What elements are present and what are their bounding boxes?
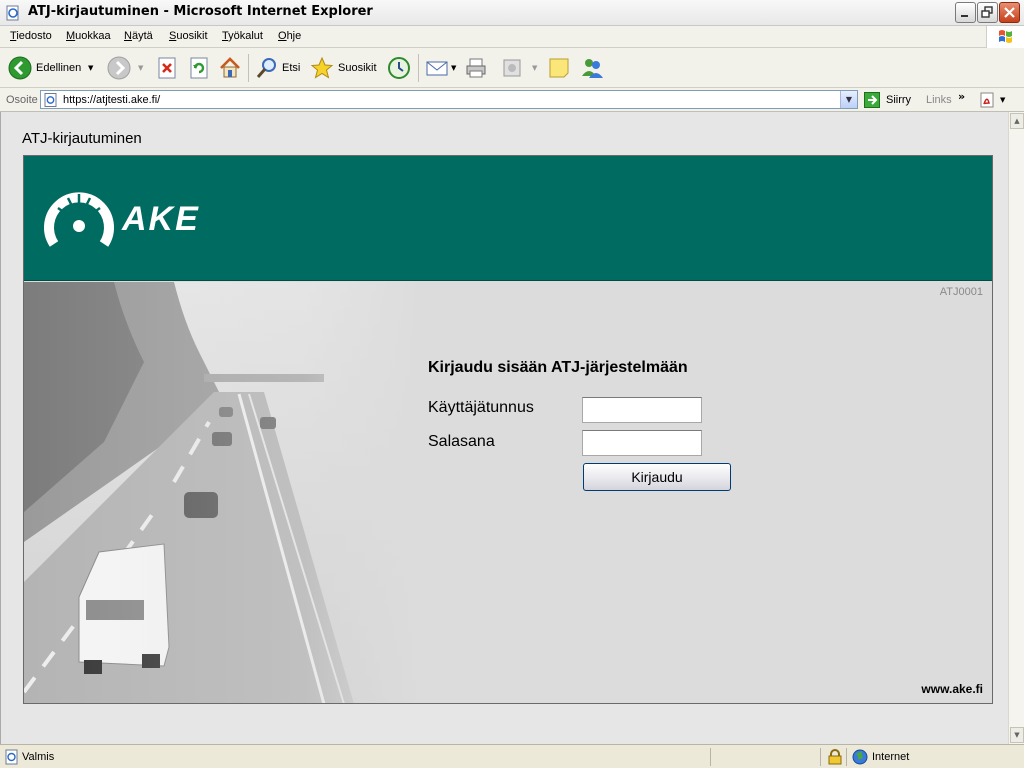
back-dropdown-icon[interactable]: ▼ xyxy=(88,64,93,72)
password-input[interactable] xyxy=(582,430,702,456)
favorites-star-icon[interactable] xyxy=(310,56,334,80)
home-icon[interactable] xyxy=(218,56,242,80)
windows-flag-icon xyxy=(999,30,1012,43)
go-button[interactable]: Siirry xyxy=(886,94,911,106)
login-button[interactable]: Kirjaudu xyxy=(583,463,731,491)
login-title: Kirjaudu sisään ATJ-järjestelmään xyxy=(428,359,688,376)
menu-view[interactable]: Näytä xyxy=(124,30,153,42)
ie-page-icon xyxy=(44,93,57,107)
edit-dropdown-icon[interactable]: ▼ xyxy=(532,64,537,72)
restore-button[interactable] xyxy=(977,2,998,23)
toolbar: Edellinen ▼ ▼ Etsi Suosikit ▼ ▼ xyxy=(0,48,1024,88)
status-separator xyxy=(820,748,821,766)
window-title: ATJ-kirjautuminen - Microsoft Internet E… xyxy=(28,4,373,19)
menu-tools[interactable]: Työkalut xyxy=(222,30,263,42)
username-label: Käyttäjätunnus xyxy=(428,399,534,416)
menu-file[interactable]: Tiedosto xyxy=(10,30,52,42)
highway-photo xyxy=(24,282,424,703)
password-label: Salasana xyxy=(428,433,495,450)
lock-icon xyxy=(828,749,842,765)
title-bar: ATJ-kirjautuminen - Microsoft Internet E… xyxy=(0,0,1024,26)
minimize-icon xyxy=(961,15,968,17)
menu-favorites[interactable]: Suosikit xyxy=(169,30,208,42)
page-title: ATJ-kirjautuminen xyxy=(22,130,142,147)
back-icon[interactable] xyxy=(8,56,32,80)
address-label: Osoite xyxy=(6,94,38,106)
status-separator xyxy=(710,748,711,766)
mail-dropdown-icon[interactable]: ▼ xyxy=(451,64,456,72)
search-icon[interactable] xyxy=(255,56,279,80)
back-button[interactable]: Edellinen xyxy=(36,62,81,74)
favorites-button[interactable]: Suosikit xyxy=(338,62,377,74)
chevron-right-icon[interactable]: » xyxy=(958,90,965,103)
address-url: https://atjtesti.ake.fi/ xyxy=(63,94,161,106)
windows-logo xyxy=(986,26,1024,48)
header-banner: AKE xyxy=(24,156,992,281)
toolbar-separator xyxy=(248,54,249,82)
username-input[interactable] xyxy=(582,397,702,423)
restore-icon xyxy=(981,6,993,18)
status-bar: Valmis Internet xyxy=(0,744,1024,768)
stop-icon[interactable] xyxy=(155,56,179,80)
refresh-icon[interactable] xyxy=(187,56,211,80)
scroll-down-icon[interactable]: ▼ xyxy=(1010,727,1024,743)
pdf-icon[interactable] xyxy=(980,92,996,108)
menu-edit[interactable]: Muokkaa xyxy=(66,30,111,42)
menu-bar: Tiedosto Muokkaa Näytä Suosikit Työkalut… xyxy=(0,26,1024,48)
vertical-scrollbar[interactable]: ▲ ▼ xyxy=(1008,112,1024,744)
site-url[interactable]: www.ake.fi xyxy=(921,682,983,696)
page-code: ATJ0001 xyxy=(939,286,983,298)
address-bar: Osoite https://atjtesti.ake.fi/ ▼ Siirry… xyxy=(0,88,1024,112)
messenger-icon[interactable] xyxy=(580,56,604,80)
ie-page-icon xyxy=(5,749,18,765)
status-separator xyxy=(846,748,847,766)
ake-logo-text: AKE xyxy=(122,200,200,238)
address-dropdown-icon[interactable]: ▼ xyxy=(840,91,857,108)
status-text: Valmis xyxy=(22,751,55,763)
forward-icon[interactable] xyxy=(107,56,131,80)
menu-help[interactable]: Ohje xyxy=(278,30,301,42)
forward-dropdown-icon[interactable]: ▼ xyxy=(138,64,143,72)
pdf-dropdown-icon[interactable]: ▼ xyxy=(1000,96,1005,104)
close-button[interactable] xyxy=(999,2,1020,23)
history-icon[interactable] xyxy=(387,56,411,80)
links-button[interactable]: Links xyxy=(926,94,952,106)
ake-logo-icon xyxy=(44,192,114,247)
discuss-icon[interactable] xyxy=(547,56,571,80)
security-zone-text: Internet xyxy=(872,751,910,763)
minimize-button[interactable] xyxy=(955,2,976,23)
ie-page-icon xyxy=(6,5,19,21)
toolbar-separator xyxy=(418,54,419,82)
search-button[interactable]: Etsi xyxy=(282,62,300,74)
page-viewport: ATJ-kirjautuminen AKE ATJ0001 Kirjaudu s… xyxy=(0,112,1008,744)
scroll-up-icon[interactable]: ▲ xyxy=(1010,113,1024,129)
print-icon[interactable] xyxy=(464,56,488,80)
login-panel: AKE ATJ0001 Kirjaudu sisään ATJ-järjeste… xyxy=(23,155,993,704)
mail-icon[interactable] xyxy=(425,56,449,80)
globe-icon xyxy=(852,749,868,765)
go-arrow-icon[interactable] xyxy=(864,92,880,108)
edit-icon[interactable] xyxy=(500,56,524,80)
close-icon xyxy=(1004,7,1015,18)
address-input[interactable]: https://atjtesti.ake.fi/ ▼ xyxy=(40,90,858,109)
